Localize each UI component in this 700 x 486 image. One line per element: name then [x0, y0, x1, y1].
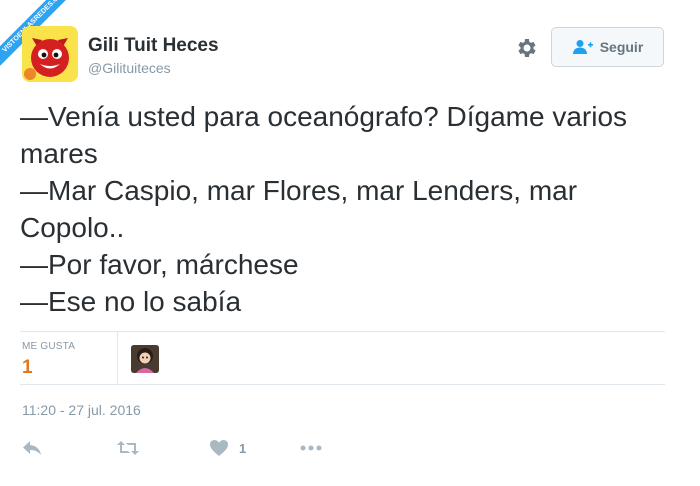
- devil-avatar-icon: [22, 26, 78, 82]
- tweet-line: —Por favor, márchese: [20, 249, 299, 280]
- tweet-line: —Venía usted para oceanógrafo? Dígame va…: [20, 101, 628, 132]
- reply-button[interactable]: [22, 438, 42, 458]
- reply-icon: [23, 441, 41, 455]
- heart-icon: [210, 440, 228, 456]
- like-count: 1: [239, 440, 247, 456]
- user-handle[interactable]: @Gilituiteces: [88, 60, 171, 76]
- follow-label: Seguir: [599, 39, 644, 55]
- avatar[interactable]: [22, 26, 78, 82]
- more-icon: [300, 445, 322, 451]
- likes-count[interactable]: 1: [22, 357, 33, 379]
- liker-avatar-icon: [131, 345, 159, 373]
- like-button[interactable]: 1: [209, 438, 246, 458]
- liker-avatar[interactable]: [131, 345, 159, 373]
- tweet-line: —Ese no lo sabía: [20, 286, 242, 317]
- tweet-line: mares: [20, 138, 98, 169]
- tweet-line: Copolo..: [20, 212, 125, 243]
- divider: [20, 384, 665, 385]
- timestamp[interactable]: 11:20 - 27 jul. 2016: [22, 402, 141, 418]
- retweet-button[interactable]: [116, 438, 140, 458]
- person-add-icon: [572, 40, 593, 54]
- tweet-text: —Venía usted para oceanógrafo? Dígame va…: [20, 98, 680, 320]
- stats-divider: [117, 332, 118, 384]
- likes-label[interactable]: ME GUSTA: [22, 341, 75, 352]
- gear-icon[interactable]: [514, 36, 538, 60]
- display-name[interactable]: Gili Tuit Heces: [88, 35, 219, 57]
- retweet-icon: [117, 441, 139, 455]
- more-button[interactable]: [300, 438, 322, 458]
- follow-button[interactable]: Seguir: [551, 27, 664, 67]
- tweet-line: —Mar Caspio, mar Flores, mar Lenders, ma…: [20, 175, 578, 206]
